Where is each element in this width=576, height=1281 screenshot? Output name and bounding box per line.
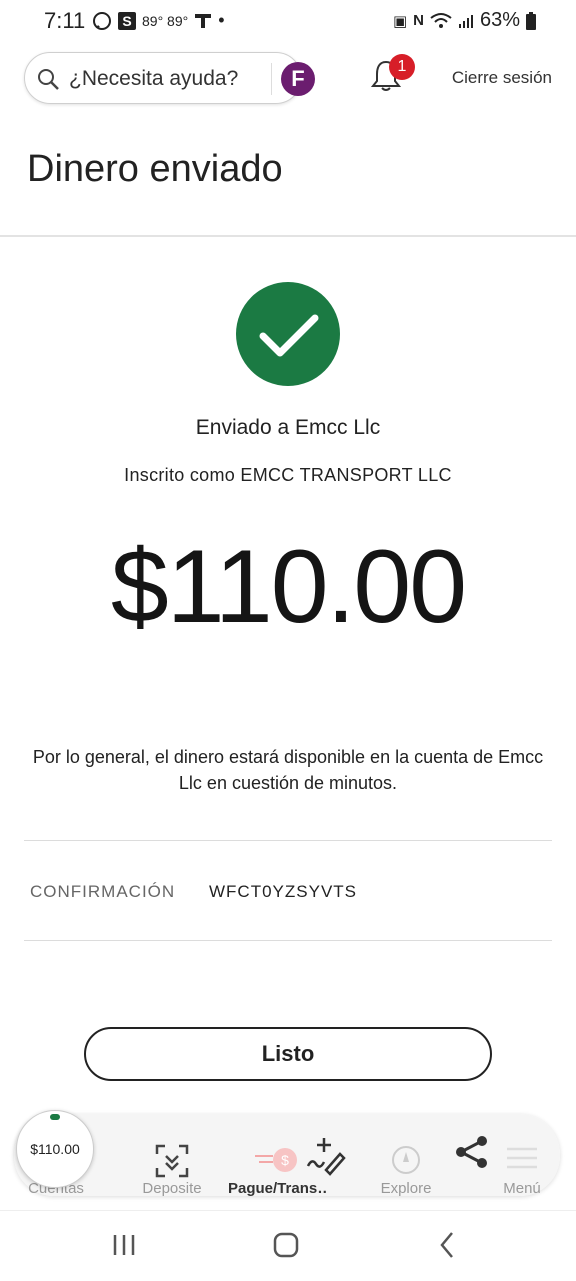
deposit-scan-icon [155,1144,189,1178]
sent-amount: $110.00 [110,529,467,645]
help-search-placeholder[interactable]: ¿Necesita ayuda? [69,67,238,91]
divider [24,940,552,941]
wifi-icon [430,12,452,28]
help-search-bar[interactable]: ¿Necesita ayuda? F [24,52,315,104]
confirmation-label: CONFIRMACIÓN [30,882,176,901]
signal-icon [458,14,473,28]
search-divider [271,63,272,95]
explore-icon [392,1146,420,1174]
page-title: Dinero enviado [27,148,283,190]
back-icon[interactable] [428,1229,468,1261]
nav-label: Menú [503,1180,541,1197]
divider [24,840,552,841]
whatsapp-icon [93,11,111,30]
system-nav-bar [0,1210,576,1281]
battery-percent: 63% [479,9,520,31]
enrolled-as-text: Inscrito como EMCC TRANSPORT LLC [124,465,452,485]
telemundo-icon [195,13,212,28]
recent-apps-icon[interactable] [104,1229,144,1261]
status-bar: 7:11 S 89° 89° • ▣ N 63% [0,0,576,42]
amount-preview-text: $110.00 [30,1141,80,1157]
edit-add-icon[interactable] [304,1136,348,1176]
success-check-icon [236,282,340,386]
nfc-icon: N [413,12,424,29]
fargo-assistant-icon[interactable]: F [281,62,315,96]
dot-icon: • [218,10,225,30]
home-icon[interactable] [266,1229,306,1261]
s-app-icon: S [118,11,136,30]
nav-item-explore[interactable]: Explore [356,1124,456,1197]
weather-text: 89° 89° [142,12,189,29]
done-button[interactable]: Listo [84,1027,492,1081]
amount-preview-bubble[interactable]: $110.00 [16,1110,94,1188]
pay-transfer-icon: $ [255,1148,297,1172]
title-divider [0,235,576,237]
nav-label: Deposite [142,1180,202,1197]
confirmation-number: WFCT0YZSYVTS [209,882,358,901]
battery-saver-icon: ▣ [392,12,408,30]
search-icon [38,69,59,90]
notification-badge: 1 [389,54,415,80]
availability-note: Por lo general, el dinero estará disponi… [32,747,544,793]
svg-text:$: $ [281,1152,289,1168]
logout-link[interactable]: Cierre sesión [452,68,552,88]
nav-item-deposit[interactable]: Deposite [122,1124,222,1197]
menu-icon [507,1147,537,1169]
nav-label: Pague/Trans… [228,1180,328,1197]
status-time: 7:11 [44,8,86,33]
recipient-text: Enviado a Emcc Llc [195,416,381,439]
share-icon[interactable] [454,1134,490,1170]
battery-icon [526,11,536,30]
nav-label: Explore [380,1180,432,1197]
